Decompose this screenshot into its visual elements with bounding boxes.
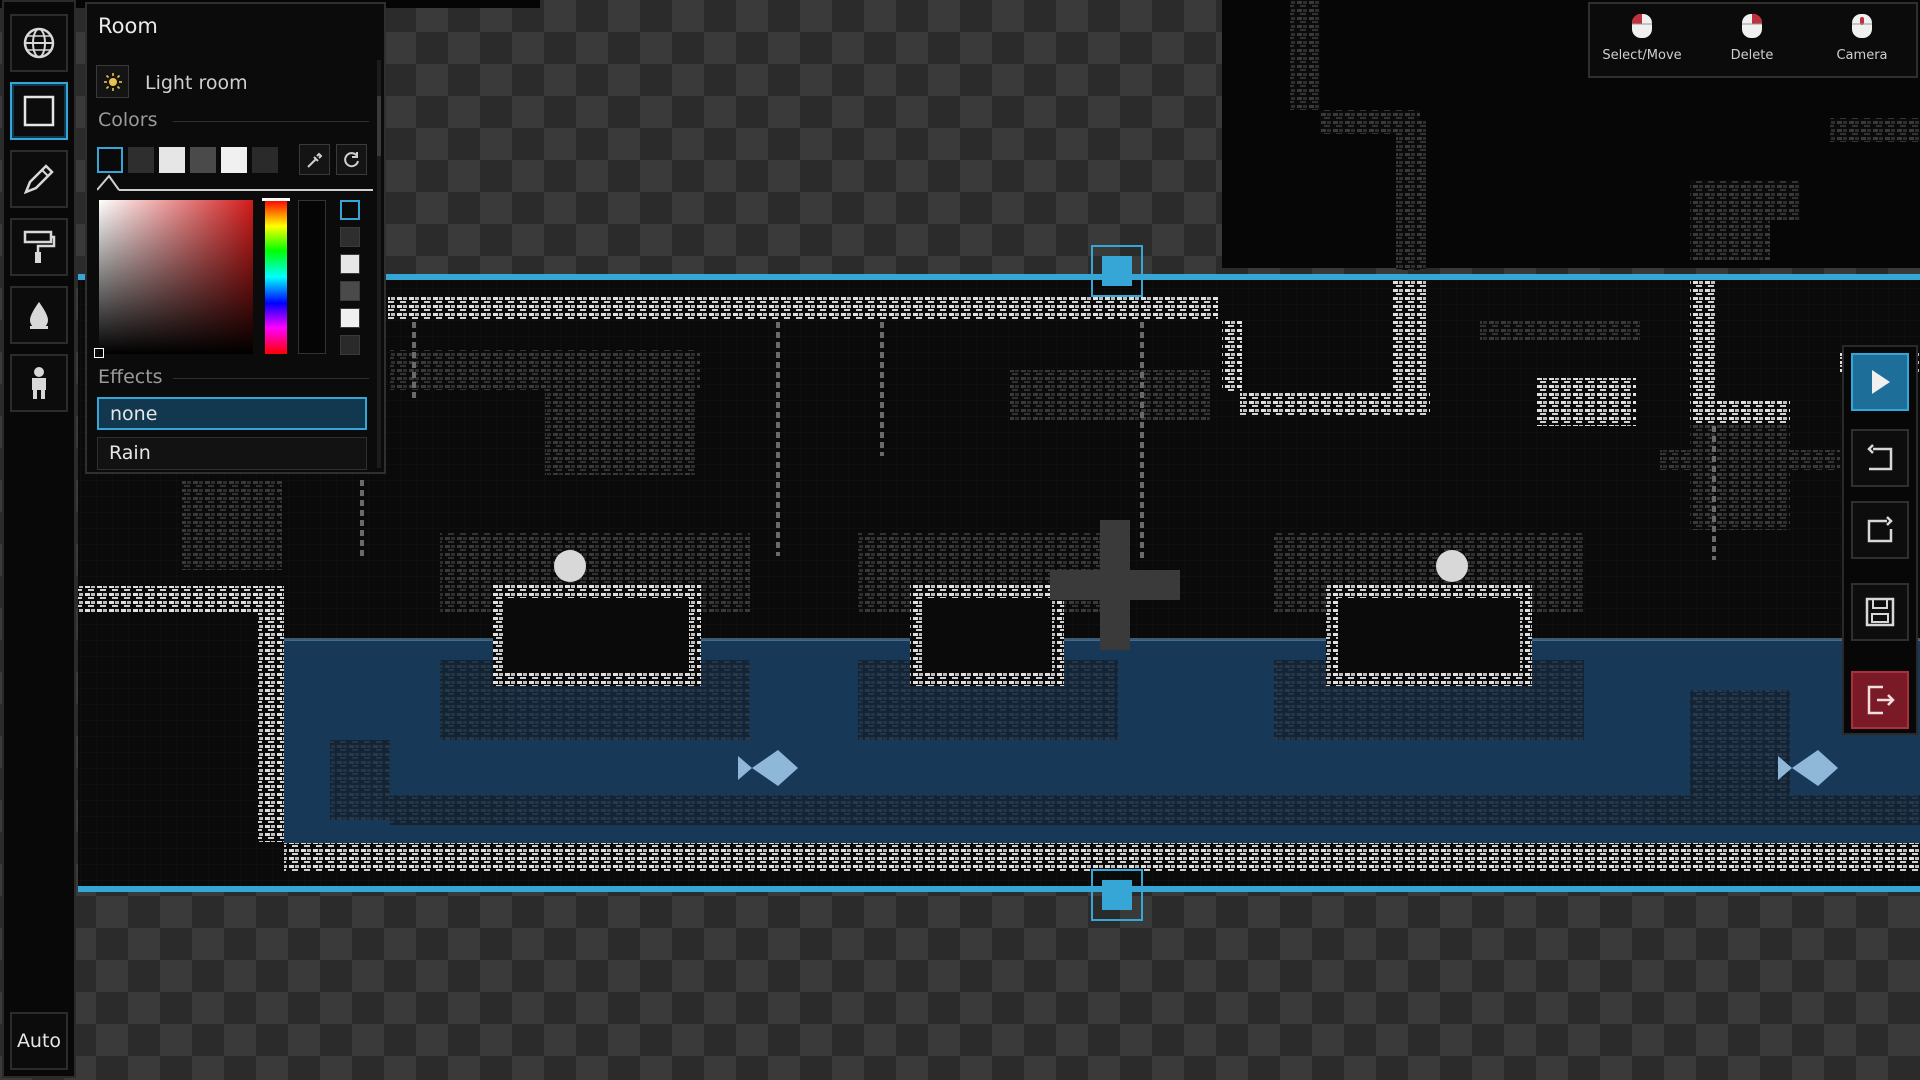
play-button[interactable] [1851,353,1909,411]
mouse-hint-left: Select/Move [1592,12,1692,63]
exit-icon [1867,685,1895,715]
paint-roller-tool-button[interactable] [10,218,68,276]
paint-drop-tool-button[interactable] [10,286,68,344]
world-icon [23,27,55,59]
mouse-middle-icon [1852,14,1872,38]
mouse-hint-right: Delete [1702,12,1802,63]
world-tool-button[interactable] [10,14,68,72]
exit-button[interactable] [1851,671,1909,729]
tool-bar: Auto [2,0,76,1078]
effect-label: Rain [109,442,151,464]
color-swatch[interactable] [252,147,278,173]
reset-icon [343,151,359,167]
effect-none-option[interactable]: none [97,397,367,430]
saturation-value-picker[interactable] [99,200,253,354]
pencil-icon [23,164,54,195]
palette-slot[interactable] [340,335,360,355]
color-swatch[interactable] [159,147,185,173]
save-button[interactable] [1851,583,1909,641]
effect-rain-option[interactable]: Rain [97,437,367,470]
hue-slider[interactable] [265,200,287,354]
hue-handle[interactable] [262,198,290,201]
eyedropper-button[interactable] [299,144,330,175]
sun-icon [103,72,122,91]
undo-icon [1867,444,1893,471]
paint-drop-icon [30,302,48,329]
picker-cursor [94,348,104,358]
save-icon [1865,597,1895,627]
brightness-slider[interactable] [298,200,326,354]
redo-icon [1867,516,1893,543]
mouse-hint-label: Delete [1730,48,1774,63]
room-select-icon [23,95,55,127]
mouse-hint-label: Camera [1836,48,1888,63]
palette-slot[interactable] [340,308,360,328]
effect-label: none [110,403,158,425]
pencil-tool-button[interactable] [10,150,68,208]
panel-title: Room [98,14,158,38]
palette-slot[interactable] [340,281,360,301]
swatch-pointer [97,174,373,191]
effects-heading: Effects [98,366,163,388]
redo-button[interactable] [1851,501,1909,559]
color-swatch[interactable] [221,147,247,173]
palette-slot[interactable] [340,200,360,220]
scroll-thumb[interactable] [377,96,381,156]
color-swatch[interactable] [128,147,154,173]
reset-color-button[interactable] [336,144,367,175]
light-room-label: Light room [145,72,248,94]
room-tool-button[interactable] [10,82,68,140]
eyedropper-icon [306,152,322,168]
mouse-right-icon [1742,13,1763,38]
paint-roller-icon [23,230,56,263]
colors-heading: Colors [98,109,158,131]
undo-button[interactable] [1851,429,1909,487]
palette-slot[interactable] [340,254,360,274]
color-swatch[interactable] [97,147,123,173]
mouse-hint-middle: Camera [1812,12,1912,63]
room-bottom-edge [78,886,1920,892]
mouse-left-icon [1631,13,1652,38]
auto-label: Auto [16,1030,62,1052]
mouse-hints-panel: Select/Move Delete Camera [1588,2,1918,78]
color-swatch[interactable] [190,147,216,173]
auto-button[interactable]: Auto [10,1012,68,1070]
room-panel: Room Light room Colors Effects none Rain [85,2,386,474]
action-bar [1842,345,1918,735]
panel-scrollbar[interactable] [377,60,381,468]
play-icon [1872,370,1890,394]
character-icon [32,367,46,399]
mouse-hint-label: Select/Move [1602,48,1682,63]
character-tool-button[interactable] [10,354,68,412]
divider [173,121,369,122]
palette-slot[interactable] [340,227,360,247]
light-room-toggle[interactable] [96,65,129,98]
divider [173,378,369,379]
